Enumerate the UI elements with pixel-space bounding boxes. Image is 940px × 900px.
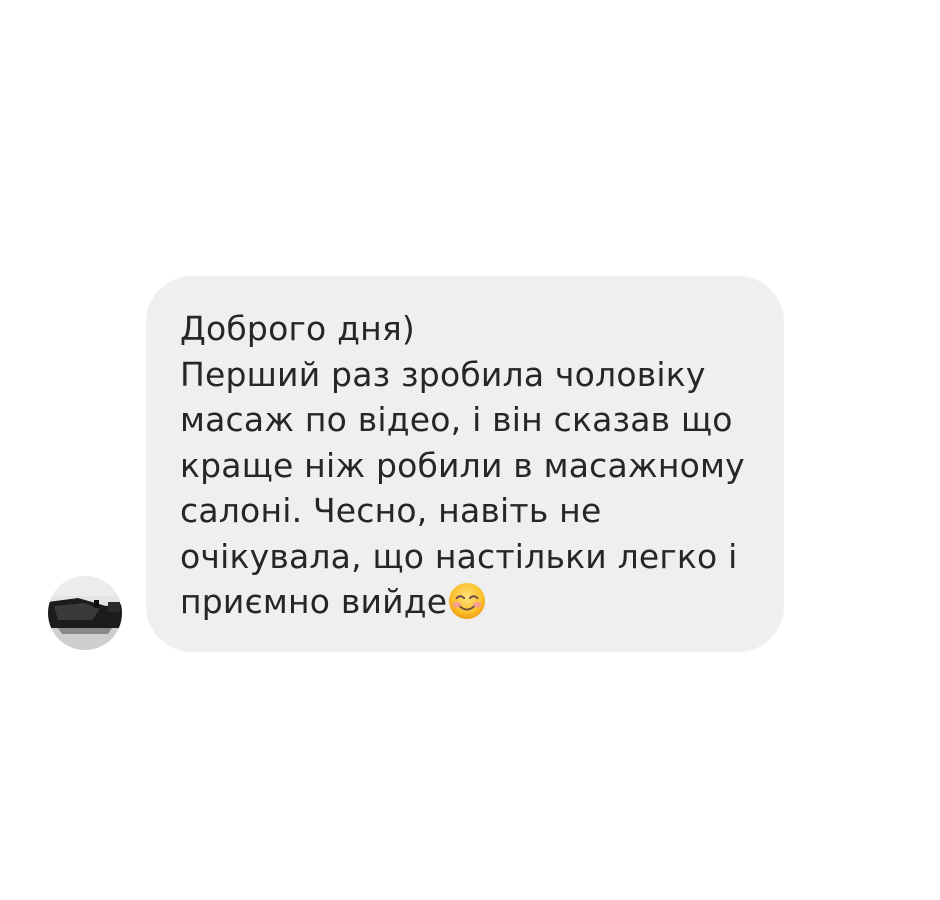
chat-canvas: Доброго дня) Перший раз зробила чоловіку…	[0, 0, 940, 900]
incoming-message-row: Доброго дня) Перший раз зробила чоловіку…	[48, 276, 788, 656]
message-body: Доброго дня) Перший раз зробила чоловіку…	[180, 309, 745, 621]
message-text: Доброго дня) Перший раз зробила чоловіку…	[180, 306, 748, 625]
smiling-face-emoji-icon	[449, 582, 486, 620]
avatar-photo-icon	[48, 576, 122, 650]
sender-avatar[interactable]	[48, 576, 122, 650]
message-bubble[interactable]: Доброго дня) Перший раз зробила чоловіку…	[146, 276, 784, 652]
